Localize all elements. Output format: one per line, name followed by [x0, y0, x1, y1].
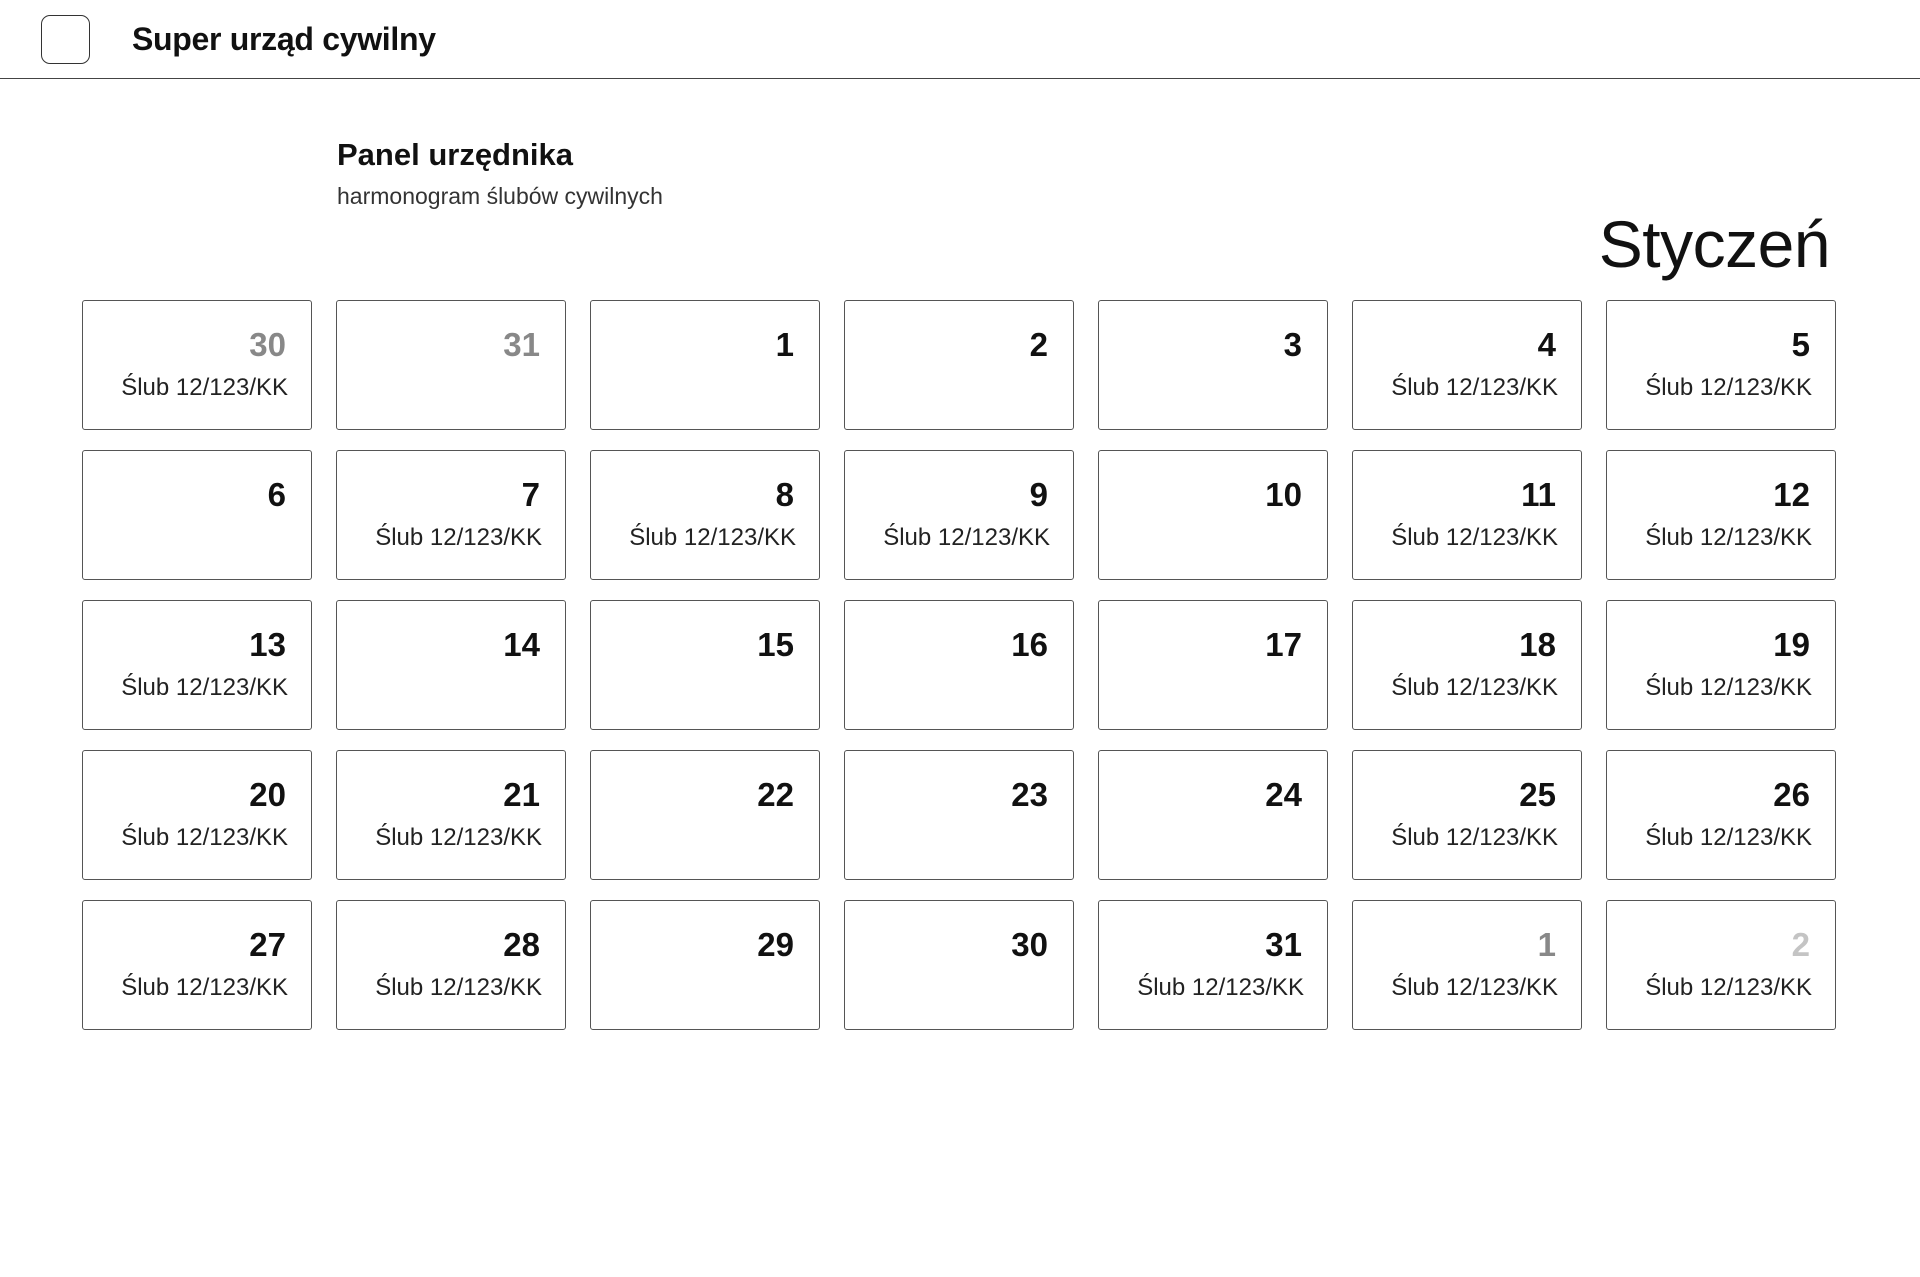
calendar-day-cell[interactable]: 3 — [1098, 300, 1328, 430]
calendar-day-cell[interactable]: 24 — [1098, 750, 1328, 880]
calendar-day-cell[interactable]: 7 Ślub 12/123/KK — [336, 450, 566, 580]
calendar-day-cell[interactable]: 19 Ślub 12/123/KK — [1606, 600, 1836, 730]
calendar-day-cell[interactable]: 29 — [590, 900, 820, 1030]
calendar-day-cell[interactable]: 2 Ślub 12/123/KK — [1606, 900, 1836, 1030]
calendar-day-cell[interactable]: 5 Ślub 12/123/KK — [1606, 300, 1836, 430]
day-number: 31 — [503, 326, 540, 363]
day-number: 5 — [1791, 326, 1810, 363]
calendar-day-cell[interactable]: 1 Ślub 12/123/KK — [1352, 900, 1582, 1030]
day-number: 23 — [1011, 776, 1048, 813]
wedding-event-label[interactable]: Ślub 12/123/KK — [1645, 523, 1812, 553]
calendar-day-cell[interactable]: 9 Ślub 12/123/KK — [844, 450, 1074, 580]
calendar-day-cell[interactable]: 30 Ślub 12/123/KK — [82, 300, 312, 430]
calendar-day-cell[interactable]: 15 — [590, 600, 820, 730]
day-number: 6 — [267, 476, 286, 513]
day-number: 20 — [249, 776, 286, 813]
calendar-day-cell[interactable]: 8 Ślub 12/123/KK — [590, 450, 820, 580]
day-number: 16 — [1011, 626, 1048, 663]
day-number: 2 — [1791, 926, 1810, 963]
day-number: 18 — [1519, 626, 1556, 663]
app-title: Super urząd cywilny — [132, 21, 436, 57]
app-logo-icon[interactable] — [41, 15, 90, 64]
wedding-event-label[interactable]: Ślub 12/123/KK — [1645, 673, 1812, 703]
wedding-event-label[interactable]: Ślub 12/123/KK — [375, 523, 542, 553]
day-number: 19 — [1773, 626, 1810, 663]
top-bar: Super urząd cywilny — [0, 0, 1920, 79]
day-number: 15 — [757, 626, 794, 663]
wedding-event-label[interactable]: Ślub 12/123/KK — [121, 673, 288, 703]
wedding-event-label[interactable]: Ślub 12/123/KK — [1391, 973, 1558, 1003]
day-number: 13 — [249, 626, 286, 663]
calendar-day-cell[interactable]: 4 Ślub 12/123/KK — [1352, 300, 1582, 430]
wedding-event-label[interactable]: Ślub 12/123/KK — [121, 373, 288, 403]
calendar-grid: 30 Ślub 12/123/KK 31 1 2 3 4 Ślub 12/123/KK 5 Ślu… — [82, 300, 1837, 1030]
wedding-event-label[interactable]: Ślub 12/123/KK — [1645, 373, 1812, 403]
calendar-day-cell[interactable]: 28 Ślub 12/123/KK — [336, 900, 566, 1030]
calendar-day-cell[interactable]: 11 Ślub 12/123/KK — [1352, 450, 1582, 580]
page-title: Panel urzędnika — [337, 137, 574, 172]
wedding-event-label[interactable]: Ślub 12/123/KK — [375, 823, 542, 853]
calendar-day-cell[interactable]: 20 Ślub 12/123/KK — [82, 750, 312, 880]
wedding-event-label[interactable]: Ślub 12/123/KK — [1137, 973, 1304, 1003]
day-number: 22 — [757, 776, 794, 813]
wedding-event-label[interactable]: Ślub 12/123/KK — [1391, 823, 1558, 853]
day-number: 1 — [1537, 926, 1556, 963]
day-number: 9 — [1029, 476, 1048, 513]
day-number: 24 — [1265, 776, 1302, 813]
calendar-day-cell[interactable]: 26 Ślub 12/123/KK — [1606, 750, 1836, 880]
calendar-day-cell[interactable]: 13 Ślub 12/123/KK — [82, 600, 312, 730]
day-number: 1 — [775, 326, 794, 363]
calendar-day-cell[interactable]: 18 Ślub 12/123/KK — [1352, 600, 1582, 730]
page-subtitle: harmonogram ślubów cywilnych — [337, 183, 663, 209]
calendar-day-cell[interactable]: 16 — [844, 600, 1074, 730]
calendar-day-cell[interactable]: 23 — [844, 750, 1074, 880]
day-number: 3 — [1283, 326, 1302, 363]
day-number: 2 — [1029, 326, 1048, 363]
day-number: 25 — [1519, 776, 1556, 813]
calendar-day-cell[interactable]: 14 — [336, 600, 566, 730]
day-number: 10 — [1265, 476, 1302, 513]
calendar-day-cell[interactable]: 31 Ślub 12/123/KK — [1098, 900, 1328, 1030]
calendar-day-cell[interactable]: 17 — [1098, 600, 1328, 730]
wedding-event-label[interactable]: Ślub 12/123/KK — [1391, 673, 1558, 703]
day-number: 17 — [1265, 626, 1302, 663]
calendar-day-cell[interactable]: 31 — [336, 300, 566, 430]
day-number: 31 — [1265, 926, 1302, 963]
calendar-day-cell[interactable]: 6 — [82, 450, 312, 580]
wedding-event-label[interactable]: Ślub 12/123/KK — [1391, 523, 1558, 553]
day-number: 4 — [1537, 326, 1556, 363]
wedding-event-label[interactable]: Ślub 12/123/KK — [121, 823, 288, 853]
calendar-day-cell[interactable]: 1 — [590, 300, 820, 430]
calendar-day-cell[interactable]: 30 — [844, 900, 1074, 1030]
day-number: 30 — [249, 326, 286, 363]
day-number: 12 — [1773, 476, 1810, 513]
wedding-event-label[interactable]: Ślub 12/123/KK — [1645, 823, 1812, 853]
calendar-day-cell[interactable]: 12 Ślub 12/123/KK — [1606, 450, 1836, 580]
day-number: 21 — [503, 776, 540, 813]
day-number: 27 — [249, 926, 286, 963]
calendar-day-cell[interactable]: 2 — [844, 300, 1074, 430]
day-number: 8 — [775, 476, 794, 513]
calendar-day-cell[interactable]: 21 Ślub 12/123/KK — [336, 750, 566, 880]
day-number: 11 — [1521, 476, 1556, 513]
calendar-day-cell[interactable]: 10 — [1098, 450, 1328, 580]
calendar-day-cell[interactable]: 22 — [590, 750, 820, 880]
day-number: 7 — [521, 476, 540, 513]
wedding-event-label[interactable]: Ślub 12/123/KK — [375, 973, 542, 1003]
day-number: 26 — [1773, 776, 1810, 813]
calendar-day-cell[interactable]: 25 Ślub 12/123/KK — [1352, 750, 1582, 880]
month-label: Styczeń — [1598, 207, 1831, 281]
day-number: 28 — [503, 926, 540, 963]
day-number: 29 — [757, 926, 794, 963]
day-number: 14 — [503, 626, 540, 663]
day-number: 30 — [1011, 926, 1048, 963]
wedding-event-label[interactable]: Ślub 12/123/KK — [1391, 373, 1558, 403]
wedding-event-label[interactable]: Ślub 12/123/KK — [883, 523, 1050, 553]
wedding-event-label[interactable]: Ślub 12/123/KK — [121, 973, 288, 1003]
wedding-event-label[interactable]: Ślub 12/123/KK — [629, 523, 796, 553]
calendar-day-cell[interactable]: 27 Ślub 12/123/KK — [82, 900, 312, 1030]
wedding-event-label[interactable]: Ślub 12/123/KK — [1645, 973, 1812, 1003]
